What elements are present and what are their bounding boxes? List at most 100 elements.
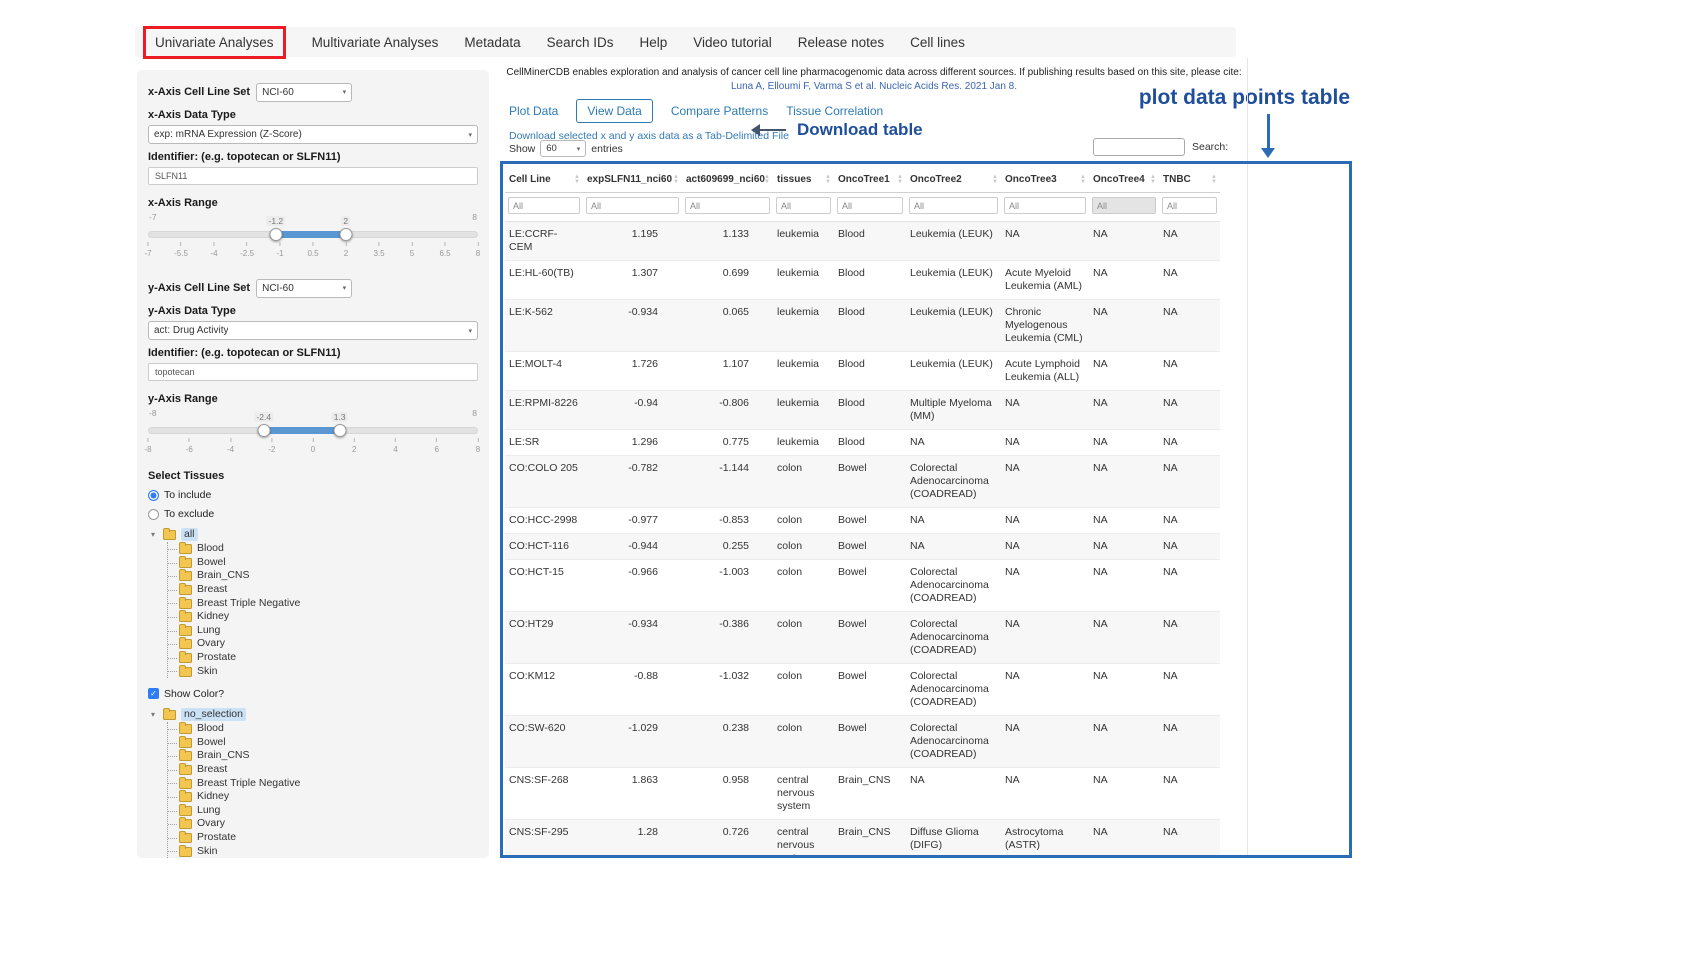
sort-icon[interactable]: ▲▼	[574, 175, 580, 185]
y-cell-line-set-select[interactable]: NCI-60 ▾	[256, 279, 352, 298]
nav-item-help[interactable]: Help	[639, 35, 667, 50]
table-row[interactable]: LE:SR1.2960.775leukemiaBloodNANANANA	[505, 430, 1220, 456]
sort-icon[interactable]: ▲▼	[1150, 175, 1156, 185]
color-tree-item-prostate[interactable]: Prostate	[168, 831, 478, 845]
column-filter-oncotree1[interactable]	[837, 197, 903, 214]
tissue-tree-item-breast-triple-negative[interactable]: Breast Triple Negative	[168, 596, 478, 610]
nav-item-cell-lines[interactable]: Cell lines	[910, 35, 965, 50]
tissue-tree-item-breast[interactable]: Breast	[168, 583, 478, 597]
color-tree-item-brain-cns[interactable]: Brain_CNS	[168, 749, 478, 763]
y-identifier-input[interactable]	[148, 363, 478, 381]
tab-view-data[interactable]: View Data	[576, 99, 652, 123]
column-filter-cell-line[interactable]	[508, 197, 580, 214]
tab-plot-data[interactable]: Plot Data	[509, 104, 558, 118]
tab-tissue-correlation[interactable]: Tissue Correlation	[786, 104, 883, 118]
color-tree-item-breast[interactable]: Breast	[168, 763, 478, 777]
nav-item-search-ids[interactable]: Search IDs	[547, 35, 614, 50]
color-tree-item-kidney[interactable]: Kidney	[168, 790, 478, 804]
left-arrow-icon	[760, 129, 786, 131]
table-row[interactable]: LE:CCRF-CEM1.1951.133leukemiaBloodLeukem…	[505, 222, 1220, 261]
y-range-slider[interactable]: -88 -2.4 1.3 -8-6-4-202468	[148, 408, 478, 460]
tissue-tree-item-skin[interactable]: Skin	[168, 664, 478, 678]
column-header-cell-line[interactable]: Cell Line▲▼	[505, 167, 583, 193]
color-tree-item-blood[interactable]: Blood	[168, 722, 478, 736]
tissues-exclude-radio[interactable]: To exclude	[148, 507, 478, 521]
slider-handle-high[interactable]: 1.3	[333, 424, 346, 437]
table-row[interactable]: CNS:SF-2951.280.726central nervous syste…	[505, 820, 1220, 856]
color-tree-item-skin[interactable]: Skin	[168, 844, 478, 858]
column-header-oncotree4[interactable]: OncoTree4▲▼	[1089, 167, 1159, 193]
entries-count-select[interactable]: 60 ▾	[540, 140, 586, 157]
tissue-tree-item-brain-cns[interactable]: Brain_CNS	[168, 569, 478, 583]
column-header-oncotree1[interactable]: OncoTree1▲▼	[834, 167, 906, 193]
search-input[interactable]	[1093, 138, 1185, 156]
tree-collapse-icon[interactable]: ▾	[148, 530, 158, 539]
sort-icon[interactable]: ▲▼	[897, 175, 903, 185]
column-header-oncotree2[interactable]: OncoTree2▲▼	[906, 167, 1001, 193]
tissue-tree-item-bowel[interactable]: Bowel	[168, 556, 478, 570]
x-range-slider[interactable]: -78 -1.2 2 -7-5.5-4-2.5-10.523.556.58	[148, 212, 478, 264]
sort-icon[interactable]: ▲▼	[673, 175, 679, 185]
table-row[interactable]: LE:K-562-0.9340.065leukemiaBloodLeukemia…	[505, 300, 1220, 352]
slider-track[interactable]: -2.4 1.3	[148, 427, 478, 434]
x-cell-line-set-select[interactable]: NCI-60 ▾	[256, 83, 352, 102]
tab-compare-patterns[interactable]: Compare Patterns	[671, 104, 768, 118]
sort-icon[interactable]: ▲▼	[1211, 175, 1217, 185]
nav-item-univariate-analyses[interactable]: Univariate Analyses	[143, 26, 286, 59]
y-data-type-select[interactable]: act: Drug Activity ▾	[148, 321, 478, 340]
tissue-tree-item-prostate[interactable]: Prostate	[168, 651, 478, 665]
table-row[interactable]: LE:HL-60(TB)1.3070.699leukemiaBloodLeuke…	[505, 261, 1220, 300]
column-header-act609699-nci60[interactable]: act609699_nci60▲▼	[682, 167, 773, 193]
sort-icon[interactable]: ▲▼	[1080, 175, 1086, 185]
nav-item-multivariate-analyses[interactable]: Multivariate Analyses	[312, 35, 439, 50]
color-tree-root-label[interactable]: no_selection	[181, 708, 246, 721]
table-row[interactable]: CO:COLO 205-0.782-1.144colonBowelColorec…	[505, 456, 1220, 508]
table-row[interactable]: CO:HCC-2998-0.977-0.853colonBowelNANANAN…	[505, 508, 1220, 534]
tissue-tree-root-label[interactable]: all	[181, 528, 198, 541]
show-color-checkbox[interactable]: ✓ Show Color?	[148, 687, 478, 701]
table-row[interactable]: LE:RPMI-8226-0.94-0.806leukemiaBloodMult…	[505, 391, 1220, 430]
column-header-tnbc[interactable]: TNBC▲▼	[1159, 167, 1220, 193]
column-filter-tnbc[interactable]	[1162, 197, 1217, 214]
tissue-tree-item-lung[interactable]: Lung	[168, 624, 478, 638]
tissues-include-radio[interactable]: To include	[148, 488, 478, 502]
slider-handle-low[interactable]: -1.2	[269, 228, 282, 241]
column-filter-act609699-nci60[interactable]	[685, 197, 770, 214]
table-row[interactable]: CO:HCT-15-0.966-1.003colonBowelColorecta…	[505, 560, 1220, 612]
column-header-tissues[interactable]: tissues▲▼	[773, 167, 834, 193]
column-header-expslfn11-nci60[interactable]: expSLFN11_nci60▲▼	[583, 167, 682, 193]
nav-item-release-notes[interactable]: Release notes	[798, 35, 884, 50]
tissue-tree-item-ovary[interactable]: Ovary	[168, 637, 478, 651]
table-row[interactable]: CNS:SF-2681.8630.958central nervous syst…	[505, 768, 1220, 820]
sort-icon[interactable]: ▲▼	[825, 175, 831, 185]
tree-collapse-icon[interactable]: ▾	[148, 710, 158, 719]
color-tree-item-bowel[interactable]: Bowel	[168, 736, 478, 750]
tissue-tree-item-kidney[interactable]: Kidney	[168, 610, 478, 624]
column-filter-tissues[interactable]	[776, 197, 831, 214]
color-tree-item-lung[interactable]: Lung	[168, 804, 478, 818]
column-filter-expslfn11-nci60[interactable]	[586, 197, 679, 214]
column-filter-oncotree3[interactable]	[1004, 197, 1086, 214]
table-row[interactable]: CO:HT29-0.934-0.386colonBowelColorectal …	[505, 612, 1220, 664]
table-row[interactable]: CO:KM12-0.88-1.032colonBowelColorectal A…	[505, 664, 1220, 716]
color-tree-item-ovary[interactable]: Ovary	[168, 817, 478, 831]
column-filter-oncotree4[interactable]	[1092, 197, 1156, 214]
sort-icon[interactable]: ▲▼	[992, 175, 998, 185]
table-row[interactable]: LE:MOLT-41.7261.107leukemiaBloodLeukemia…	[505, 352, 1220, 391]
nav-item-video-tutorial[interactable]: Video tutorial	[693, 35, 772, 50]
x-data-type-select[interactable]: exp: mRNA Expression (Z-Score) ▾	[148, 125, 478, 144]
x-identifier-input[interactable]	[148, 167, 478, 185]
column-header-oncotree3[interactable]: OncoTree3▲▼	[1001, 167, 1089, 193]
sort-icon[interactable]: ▲▼	[764, 175, 770, 185]
slider-track[interactable]: -1.2 2	[148, 231, 478, 238]
slider-handle-low[interactable]: -2.4	[257, 424, 270, 437]
nav-item-metadata[interactable]: Metadata	[464, 35, 520, 50]
tissue-tree-root[interactable]: ▾ all	[148, 527, 478, 542]
tissue-tree-item-blood[interactable]: Blood	[168, 542, 478, 556]
table-row[interactable]: CO:HCT-116-0.9440.255colonBowelNANANANA	[505, 534, 1220, 560]
table-row[interactable]: CO:SW-620-1.0290.238colonBowelColorectal…	[505, 716, 1220, 768]
color-tree-root[interactable]: ▾ no_selection	[148, 707, 478, 722]
slider-handle-high[interactable]: 2	[339, 228, 352, 241]
column-filter-oncotree2[interactable]	[909, 197, 998, 214]
color-tree-item-breast-triple-negative[interactable]: Breast Triple Negative	[168, 776, 478, 790]
